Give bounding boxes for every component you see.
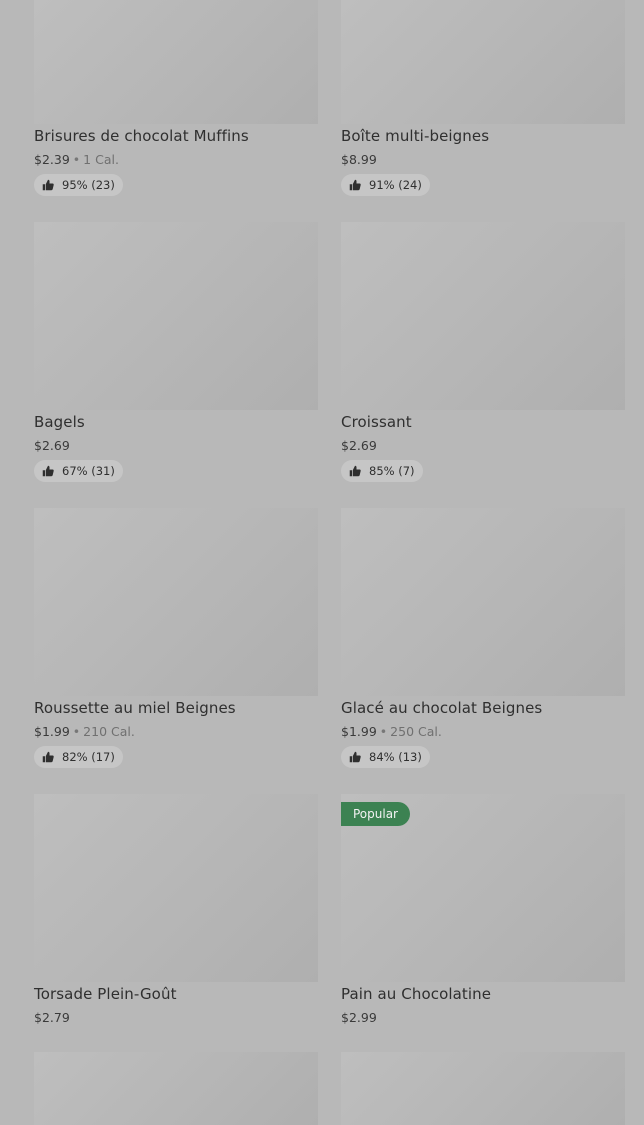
menu-item-image (34, 222, 318, 410)
menu-item-name: Pain au Chocolatine (341, 985, 492, 1003)
menu-grid: Brisures de chocolat Muffins $2.39 • 1 Cal… (0, 0, 644, 1125)
menu-item-card[interactable]: Bagels $2.69 67% (31) (34, 222, 318, 486)
menu-item-card[interactable]: Torsade Plein-Goût $2.79 (34, 794, 318, 1030)
menu-item-image (341, 1052, 625, 1125)
menu-item-card[interactable]: Popular Pain au Chocolatine $2.99 (341, 794, 625, 1030)
menu-item-image (34, 0, 318, 124)
menu-item-card[interactable]: Brisures de chocolat Muffins $2.39 • 1 Cal… (34, 0, 318, 200)
menu-item-name: Roussette au miel Beignes (34, 699, 236, 717)
popular-badge: Popular (341, 802, 410, 826)
menu-item-price: $2.69 (34, 438, 70, 453)
menu-item-card[interactable]: Glacé au chocolat Beignes $1.99 • 250 Cal.… (341, 508, 625, 772)
thumbs-up-icon (42, 465, 54, 477)
menu-item-image (341, 508, 625, 696)
rating-pill: 82% (17) (34, 746, 123, 768)
menu-item-name: Croissant (341, 413, 412, 431)
menu-item-card[interactable] (34, 1052, 318, 1125)
thumbs-up-icon (349, 751, 361, 763)
menu-item-price: $8.99 (341, 152, 377, 167)
menu-item-card[interactable]: Boîte multi-beignes $8.99 91% (24) (341, 0, 625, 200)
thumbs-up-icon (42, 751, 54, 763)
thumbs-up-icon (349, 179, 361, 191)
menu-item-price: $2.39 • 1 Cal. (34, 152, 119, 167)
menu-item-card[interactable]: Croissant $2.69 85% (7) (341, 222, 625, 486)
rating-pill: 91% (24) (341, 174, 430, 196)
menu-item-price: $2.99 (341, 1010, 377, 1025)
menu-item-card[interactable] (341, 1052, 625, 1125)
menu-item-name: Glacé au chocolat Beignes (341, 699, 543, 717)
rating-pill: 85% (7) (341, 460, 423, 482)
menu-item-image (341, 0, 625, 124)
rating-pill: 84% (13) (341, 746, 430, 768)
menu-item-name: Torsade Plein-Goût (34, 985, 177, 1003)
menu-item-price: $2.79 (34, 1010, 70, 1025)
menu-item-name: Bagels (34, 413, 85, 431)
menu-item-image (34, 1052, 318, 1125)
menu-item-name: Brisures de chocolat Muffins (34, 127, 249, 145)
menu-item-card[interactable]: Roussette au miel Beignes $1.99 • 210 Cal.… (34, 508, 318, 772)
rating-pill: 95% (23) (34, 174, 123, 196)
rating-pill: 67% (31) (34, 460, 123, 482)
menu-item-name: Boîte multi-beignes (341, 127, 490, 145)
thumbs-up-icon (349, 465, 361, 477)
menu-item-price: $1.99 • 250 Cal. (341, 724, 442, 739)
menu-item-image (34, 794, 318, 982)
menu-item-price: $2.69 (341, 438, 377, 453)
menu-item-image (34, 508, 318, 696)
menu-item-image (341, 222, 625, 410)
menu-item-price: $1.99 • 210 Cal. (34, 724, 135, 739)
thumbs-up-icon (42, 179, 54, 191)
